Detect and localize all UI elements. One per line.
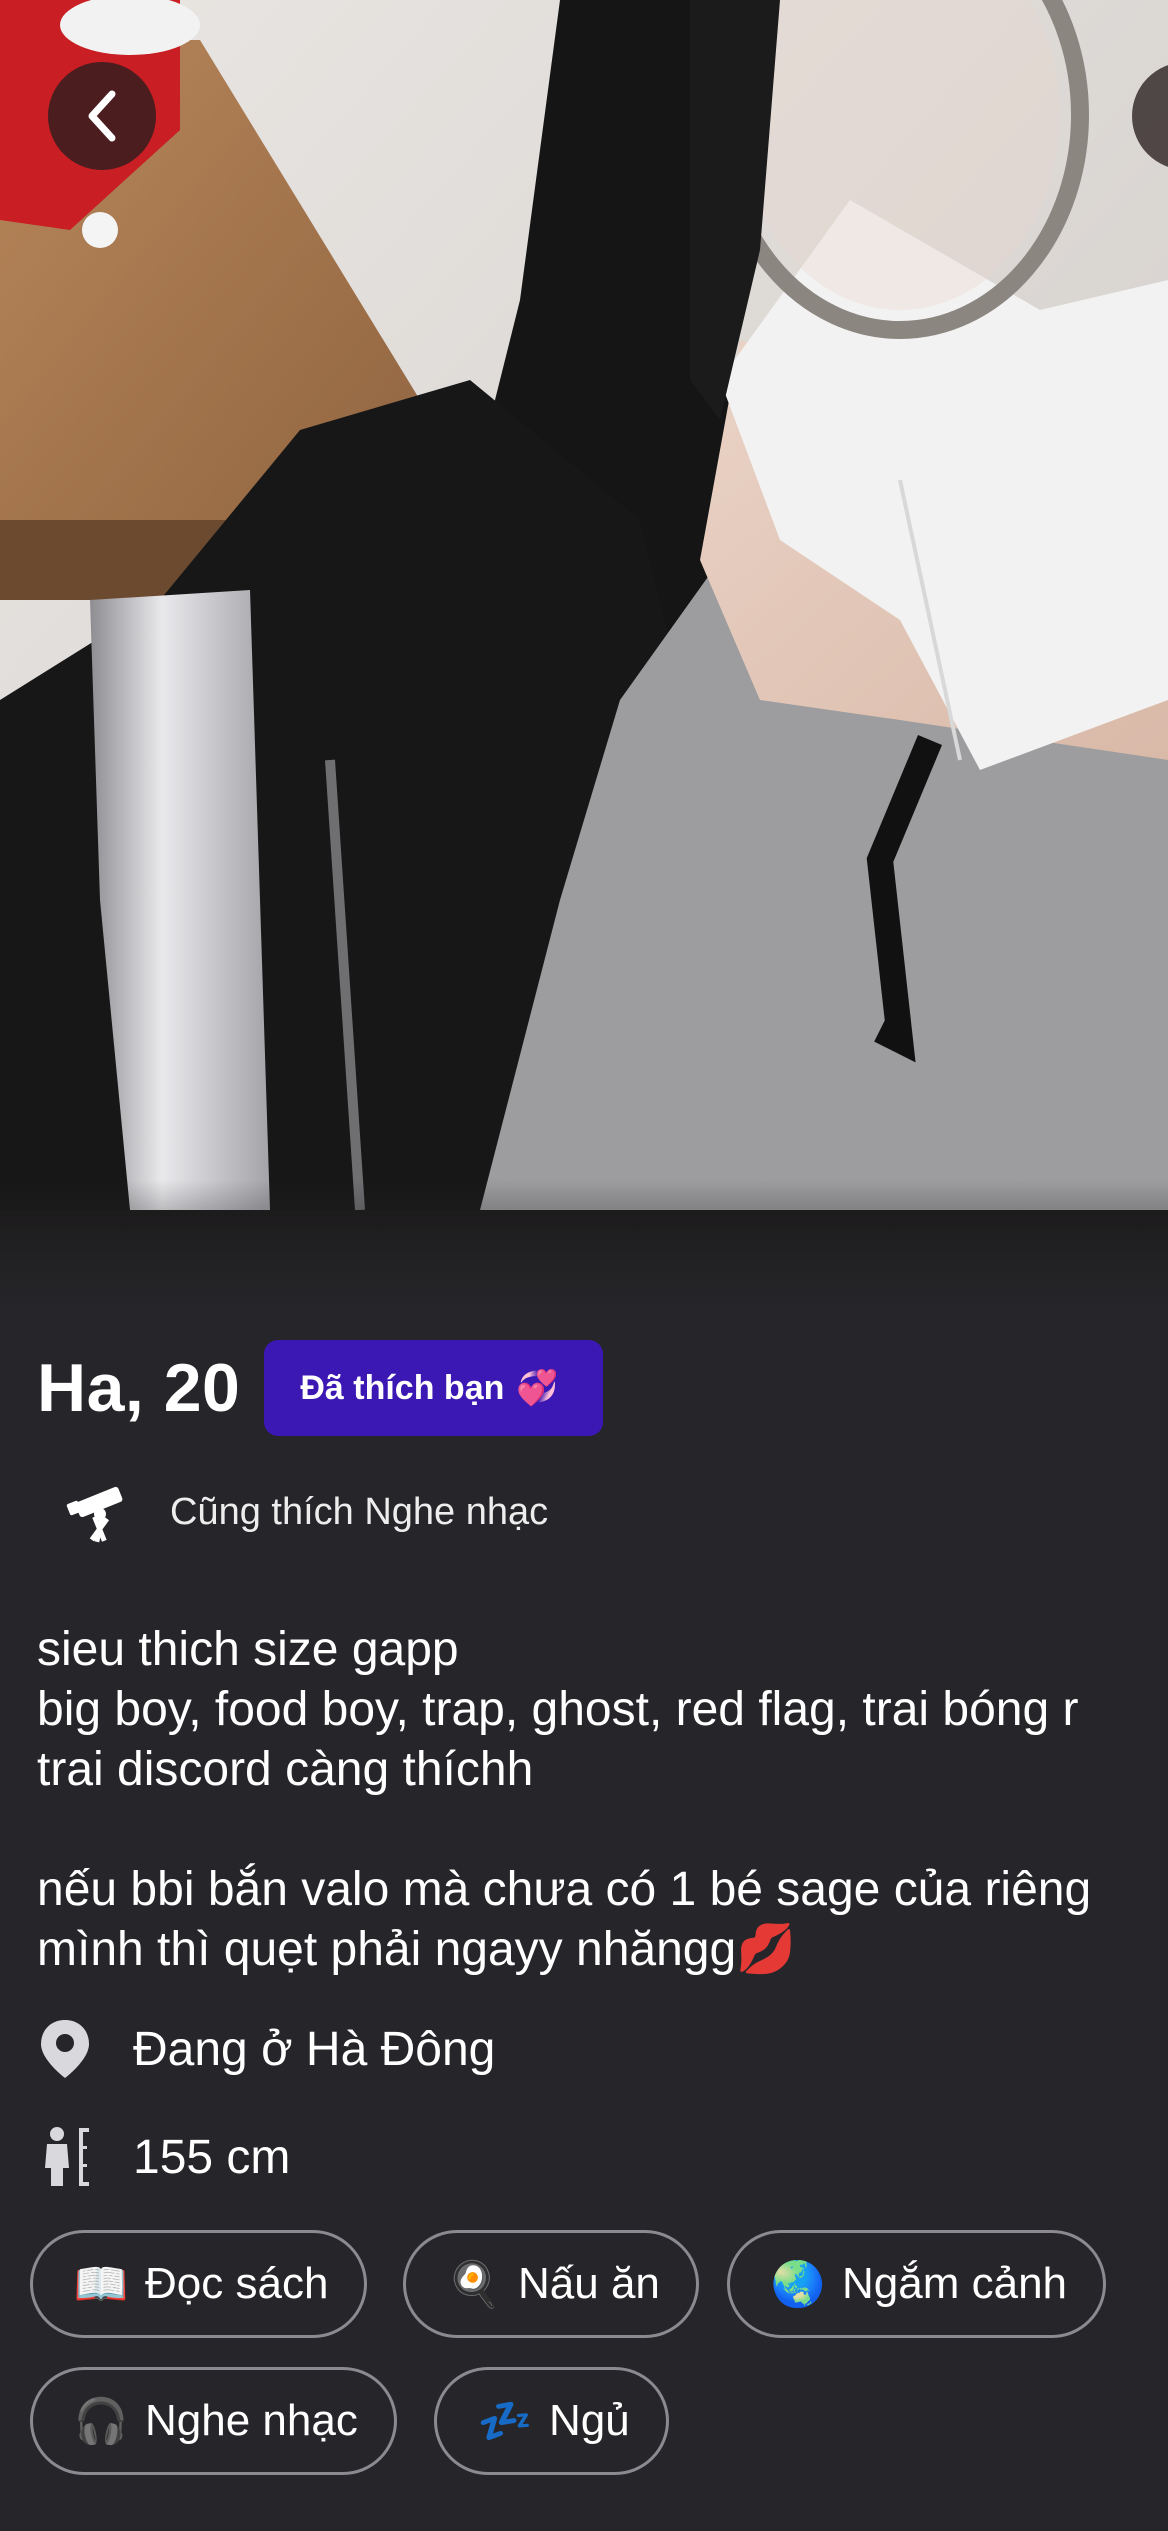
- location-row: Đang ở Hà Đông: [37, 2018, 495, 2080]
- liked-you-badge: Đã thích bạn 💞: [264, 1340, 603, 1436]
- shared-interest-row: Cũng thích Nghe nhạc: [66, 1480, 548, 1544]
- map-pin-icon: [41, 2020, 89, 2078]
- profile-details: Ha, 20 Đã thích bạn 💞 Cũng thích Nghe nh…: [0, 1310, 1168, 2531]
- chevron-left-icon: [88, 90, 116, 142]
- profile-photo: [0, 0, 1168, 1310]
- profile-photo-image: [0, 0, 1168, 1310]
- bio-text: sieu thich size gapp big boy, food boy, …: [37, 1623, 1092, 1976]
- back-button[interactable]: [48, 62, 156, 170]
- book-icon: 📖: [73, 2260, 129, 2309]
- profile-header: Ha, 20 Đã thích bạn 💞: [37, 1340, 603, 1436]
- interest-chip-ngu[interactable]: 💤 Ngủ: [434, 2367, 669, 2475]
- liked-badge-label: Đã thích bạn: [300, 1368, 505, 1407]
- interest-label: Nghe nhạc: [145, 2396, 358, 2445]
- interest-chip-ngam-canh[interactable]: 🌏 Ngắm cảnh: [727, 2230, 1107, 2338]
- interest-chip-nghe-nhac[interactable]: 🎧 Nghe nhạc: [30, 2367, 397, 2475]
- interest-chip-nau-an[interactable]: 🍳 Nấu ăn: [403, 2230, 699, 2338]
- sleep-icon: 💤: [477, 2397, 533, 2446]
- shared-interest-text: Cũng thích Nghe nhạc: [170, 1490, 549, 1533]
- interest-chip-doc-sach[interactable]: 📖 Đọc sách: [30, 2230, 368, 2338]
- interest-label: Nấu ăn: [518, 2259, 660, 2308]
- name-age: Ha, 20: [37, 1350, 241, 1426]
- height-text: 155 cm: [133, 2130, 291, 2184]
- location-text: Đang ở Hà Đông: [133, 2022, 496, 2076]
- globe-icon: 🌏: [770, 2260, 826, 2309]
- person-height-icon: [45, 2127, 89, 2186]
- telescope-icon: [66, 1486, 123, 1543]
- interest-label: Ngủ: [549, 2396, 630, 2445]
- frying-pan-icon: 🍳: [446, 2260, 502, 2309]
- interest-label: Đọc sách: [145, 2259, 329, 2308]
- headphones-icon: 🎧: [73, 2397, 129, 2446]
- height-row: 155 cm: [37, 2126, 290, 2188]
- hearts-icon: 💞: [516, 1369, 559, 1407]
- interest-label: Ngắm cảnh: [842, 2259, 1068, 2308]
